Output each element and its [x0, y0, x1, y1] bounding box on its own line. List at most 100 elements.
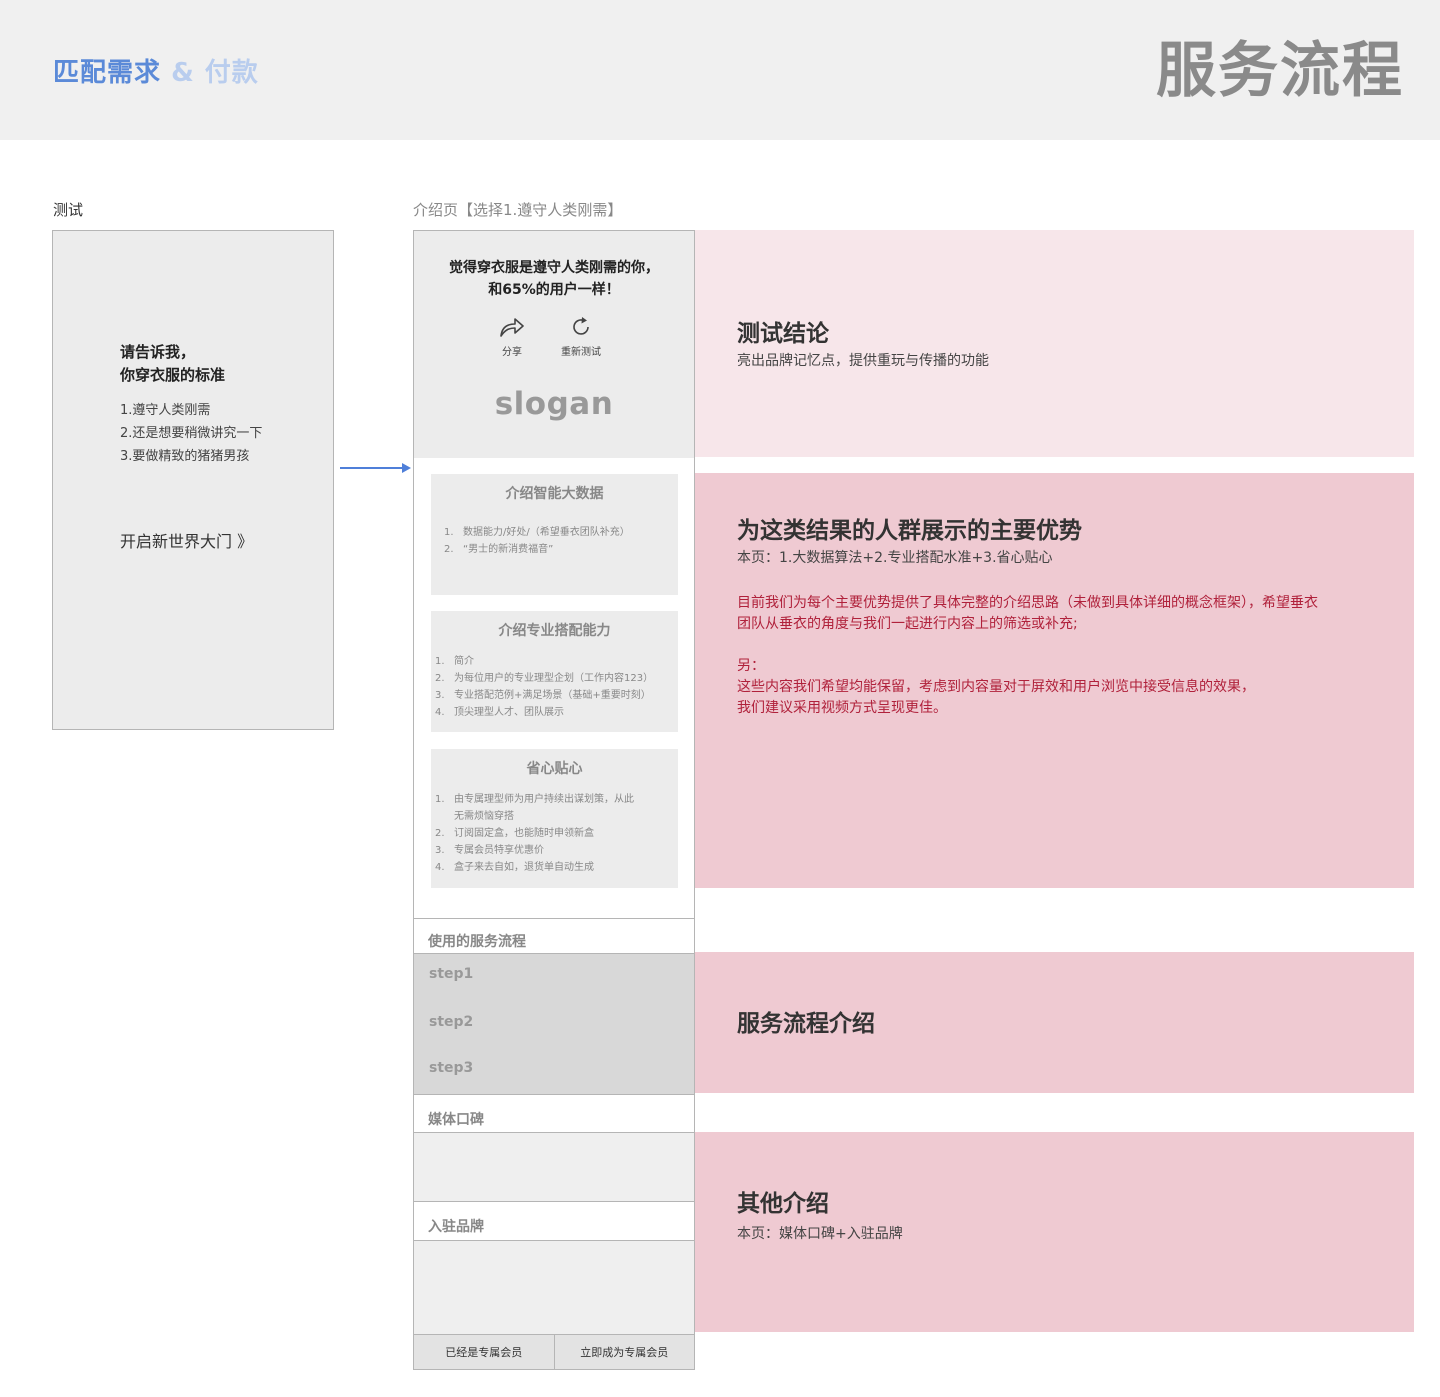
list-text: “男士的新消费福音” — [463, 544, 554, 555]
list-item: 2. 为每位用户的专业理型企划（工作内容123） — [435, 670, 653, 687]
panel-desc: 本页：媒体口碑+入驻品牌 — [737, 1226, 903, 1242]
retest-label: 重新测试 — [561, 347, 601, 358]
panel-title: 测试结论 — [737, 321, 829, 347]
start-link[interactable]: 开启新世界大门 》 — [120, 528, 253, 552]
advantages-panel: 为这类结果的人群展示的主要优势 本页：1.大数据算法+2.专业搭配水准+3.省心… — [695, 473, 1414, 888]
step-item-3: step3 — [429, 1060, 474, 1076]
panel-desc: 亮出品牌记忆点，提供重玩与传播的功能 — [737, 353, 989, 369]
note-line: 目前我们为每个主要优势提供了具体完整的介绍思路（未做到具体详细的概念框架），希望… — [737, 595, 1318, 611]
question-line: 请告诉我， — [120, 343, 196, 361]
option-item-1[interactable]: 1.遵守人类刚需 — [120, 399, 262, 422]
slogan: slogan — [494, 386, 614, 422]
media-content-box — [414, 1133, 694, 1201]
card-title: 介绍专业搭配能力 — [498, 623, 611, 639]
styling-card: 介绍专业搭配能力 1. 简介 2. 为每位用户的专业理型企划（工作内容123） 3.… — [431, 611, 678, 732]
intro-screen: 觉得穿衣服是遵守人类刚需的你， 和65%的用户一样！ 分享 重新测试 sloga… — [413, 230, 695, 1370]
card-list: 1. 由专属理型师为用户持续出谋划策，从此 无需烦恼穿搭 2. 订阅固定盒，也能随时… — [435, 791, 634, 876]
list-text: 数据能力/好处/（希望垂衣团队补充） — [463, 527, 630, 538]
list-text: 盒子来去自如，退货单自动生成 — [454, 862, 594, 873]
share-button[interactable]: 分享 — [482, 315, 542, 358]
test-screen: 请告诉我， 你穿衣服的标准 1.遵守人类刚需 2.还是想要稍微讲究一下 3.要做… — [52, 230, 334, 730]
already-member-button[interactable]: 已经是专属会员 — [414, 1335, 554, 1369]
list-text: 简介 — [454, 656, 474, 667]
conclusion-panel: 测试结论 亮出品牌记忆点，提供重玩与传播的功能 — [695, 230, 1414, 457]
list-item: 2. “男士的新消费福音” — [444, 541, 630, 558]
result-text-line: 和65%的用户一样！ — [488, 282, 620, 298]
bottom-action-bar: 已经是专属会员 立即成为专属会员 — [414, 1334, 695, 1369]
bigdata-card: 介绍智能大数据 1. 数据能力/好处/（希望垂衣团队补充） 2. “男士的新消费福音… — [431, 474, 678, 595]
list-num — [435, 808, 454, 825]
steps-section: step1 step2 step3 — [414, 954, 694, 1094]
list-item: 3. 专属会员特享优惠价 — [435, 842, 634, 859]
note-spacer — [737, 635, 1318, 656]
list-num: 2. — [435, 828, 445, 839]
option-item-2[interactable]: 2.还是想要稍微讲究一下 — [120, 422, 262, 445]
list-item: 4. 盒子来去自如，退货单自动生成 — [435, 859, 634, 876]
list-num: 1. — [435, 794, 445, 805]
brand-content-box — [414, 1241, 694, 1334]
intro-label: 介绍页【选择1.遵守人类刚需】 — [413, 201, 623, 219]
refresh-icon — [573, 317, 589, 335]
step-item-1: step1 — [429, 966, 474, 982]
divider — [414, 918, 694, 919]
list-item: 无需烦恼穿搭 — [435, 808, 634, 825]
result-section: 觉得穿衣服是遵守人类刚需的你， 和65%的用户一样！ 分享 重新测试 sloga… — [414, 231, 694, 458]
list-num: 2. — [444, 544, 454, 555]
question-title: 请告诉我， 你穿衣服的标准 — [120, 341, 225, 387]
note-line: 这些内容我们希望均能保留，考虑到内容量对于屏效和用户浏览中接受信息的效果， — [737, 679, 1255, 695]
note-line: 团队从垂衣的角度与我们一起进行内容上的筛选或补充; — [737, 616, 1078, 632]
note-line: 我们建议采用视频方式呈现更佳。 — [737, 700, 947, 716]
brand-section-label: 入驻品牌 — [428, 1219, 484, 1235]
list-item: 1. 由专属理型师为用户持续出谋划策，从此 — [435, 791, 634, 808]
divider — [414, 1201, 694, 1202]
retest-button[interactable]: 重新测试 — [551, 315, 611, 358]
card-list: 1. 简介 2. 为每位用户的专业理型企划（工作内容123） 3. 专业搭配范例+满足… — [435, 653, 653, 721]
share-label: 分享 — [502, 347, 522, 358]
option-item-3[interactable]: 3.要做精致的猪猪男孩 — [120, 445, 262, 468]
flow-arrow-icon — [340, 463, 411, 473]
list-num: 4. — [435, 862, 445, 873]
question-line: 你穿衣服的标准 — [120, 366, 226, 384]
panel-title: 服务流程介绍 — [737, 1011, 875, 1037]
list-num: 3. — [435, 845, 445, 856]
list-num: 2. — [435, 673, 445, 684]
list-text: 无需烦恼穿搭 — [454, 811, 514, 822]
list-text: 专属会员特享优惠价 — [454, 845, 544, 856]
step-item-2: step2 — [429, 1014, 474, 1030]
list-item: 1. 简介 — [435, 653, 653, 670]
card-title: 省心贴心 — [526, 761, 583, 777]
card-list: 1. 数据能力/好处/（希望垂衣团队补充） 2. “男士的新消费福音” — [444, 524, 630, 558]
note-line: 另： — [737, 658, 765, 674]
list-item: 4. 顶尖理型人才、团队展示 — [435, 704, 653, 721]
list-item: 2. 订阅固定盒，也能随时申领新盒 — [435, 825, 634, 842]
list-num: 4. — [435, 707, 445, 718]
option-list: 1.遵守人类刚需 2.还是想要稍微讲究一下 3.要做精致的猪猪男孩 — [120, 399, 262, 468]
list-item: 1. 数据能力/好处/（希望垂衣团队补充） — [444, 524, 630, 541]
list-num: 1. — [435, 656, 445, 667]
panel-title: 其他介绍 — [737, 1191, 829, 1217]
page-title: 服务流程 — [1156, 36, 1404, 106]
divider — [414, 1094, 694, 1095]
list-text: 订阅固定盒，也能随时申领新盒 — [454, 828, 594, 839]
list-text: 顶尖理型人才、团队展示 — [454, 707, 564, 718]
header-subtitle: 匹配需求 & 付款 — [53, 52, 259, 89]
panel-desc: 本页：1.大数据算法+2.专业搭配水准+3.省心贴心 — [737, 550, 1053, 566]
subtitle-match: 匹配需求 — [53, 58, 162, 88]
list-text: 为每位用户的专业理型企划（工作内容123） — [454, 673, 654, 684]
card-title: 介绍智能大数据 — [505, 486, 604, 502]
care-card: 省心贴心 1. 由专属理型师为用户持续出谋划策，从此 无需烦恼穿搭 2. 订阅固定盒… — [431, 749, 678, 888]
service-panel: 服务流程介绍 — [695, 952, 1414, 1093]
media-section-label: 媒体口碑 — [428, 1112, 484, 1128]
list-num: 3. — [435, 690, 445, 701]
share-icon — [500, 318, 524, 337]
panel-note: 目前我们为每个主要优势提供了具体完整的介绍思路（未做到具体详细的概念框架），希望… — [737, 593, 1318, 719]
service-section-label: 使用的服务流程 — [428, 934, 526, 950]
other-panel: 其他介绍 本页：媒体口碑+入驻品牌 — [695, 1132, 1414, 1332]
list-text: 专业搭配范例+满足场景（基础+重要时刻） — [454, 690, 651, 701]
panel-title: 为这类结果的人群展示的主要优势 — [737, 518, 1082, 544]
test-label: 测试 — [53, 201, 84, 219]
list-text: 由专属理型师为用户持续出谋划策，从此 — [454, 794, 634, 805]
list-item: 3. 专业搭配范例+满足场景（基础+重要时刻） — [435, 687, 653, 704]
become-member-button[interactable]: 立即成为专属会员 — [553, 1335, 695, 1369]
result-text-line: 觉得穿衣服是遵守人类刚需的你， — [449, 260, 659, 276]
